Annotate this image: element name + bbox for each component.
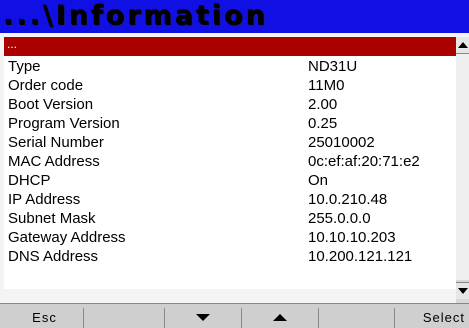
select-button[interactable]: Select (394, 308, 469, 328)
empty-softkey-1[interactable] (83, 308, 164, 328)
row-subnet-mask[interactable]: Subnet Mask 255.0.0.0 (4, 210, 456, 228)
scroll-down-icon (458, 288, 468, 294)
row-gateway-address[interactable]: Gateway Address 10.10.10.203 (4, 229, 456, 247)
row-value: 10.10.10.203 (308, 229, 396, 246)
row-dhcp[interactable]: DHCP On (4, 172, 456, 190)
row-program-version[interactable]: Program Version 0.25 (4, 115, 456, 133)
row-label: Serial Number (8, 134, 104, 151)
row-type[interactable]: Type ND31U (4, 58, 456, 76)
select-label: Select (422, 310, 465, 325)
empty-softkey-2[interactable] (318, 308, 394, 328)
scroll-thumb[interactable] (456, 54, 469, 280)
row-label: DHCP (8, 172, 51, 189)
row-mac-address[interactable]: MAC Address 0c:ef:af:20:71:e2 (4, 153, 456, 171)
row-label: IP Address (8, 191, 81, 208)
scroll-up-button[interactable] (456, 37, 469, 54)
row-serial-number[interactable]: Serial Number 25010002 (4, 134, 456, 152)
triangle-up-icon (273, 314, 287, 321)
scroll-down-button[interactable] (456, 282, 469, 299)
row-label: DNS Address (8, 248, 99, 265)
vertical-scrollbar[interactable] (456, 37, 469, 303)
info-list: ... Type ND31U Order code 11M0 Boot Vers… (4, 37, 456, 289)
row-label: Boot Version (8, 96, 94, 113)
esc-button[interactable]: Esc (6, 308, 83, 328)
row-value: 10.0.210.48 (308, 191, 388, 208)
triangle-down-icon (196, 314, 210, 321)
row-value: ND31U (308, 58, 358, 75)
down-button[interactable] (164, 308, 241, 328)
page-title: ...\Information (4, 1, 269, 32)
row-dns-address[interactable]: DNS Address 10.200.121.121 (4, 248, 456, 266)
selected-row-back[interactable]: ... (4, 37, 456, 56)
row-label: Type (8, 58, 41, 75)
up-button[interactable] (241, 308, 318, 328)
row-value: 0c:ef:af:20:71:e2 (308, 153, 420, 170)
row-label: Gateway Address (8, 229, 126, 246)
row-value: 0.25 (308, 115, 338, 132)
row-value: On (308, 172, 329, 189)
row-order-code[interactable]: Order code 11M0 (4, 77, 456, 95)
scroll-up-icon (458, 42, 468, 48)
esc-label: Esc (32, 310, 57, 325)
title-bar: ...\Information (0, 0, 469, 33)
softkey-bar: Esc Select (0, 303, 469, 328)
row-value: 255.0.0.0 (308, 210, 371, 227)
row-value: 2.00 (308, 96, 338, 113)
row-ip-address[interactable]: IP Address 10.0.210.48 (4, 191, 456, 209)
row-label: MAC Address (8, 153, 100, 170)
row-label: Program Version (8, 115, 120, 132)
row-value: 10.200.121.121 (308, 248, 413, 265)
row-label: Subnet Mask (8, 210, 96, 227)
row-value: 25010002 (308, 134, 375, 151)
row-label: Order code (8, 77, 84, 94)
row-boot-version[interactable]: Boot Version 2.00 (4, 96, 456, 114)
row-value: 11M0 (308, 77, 345, 94)
